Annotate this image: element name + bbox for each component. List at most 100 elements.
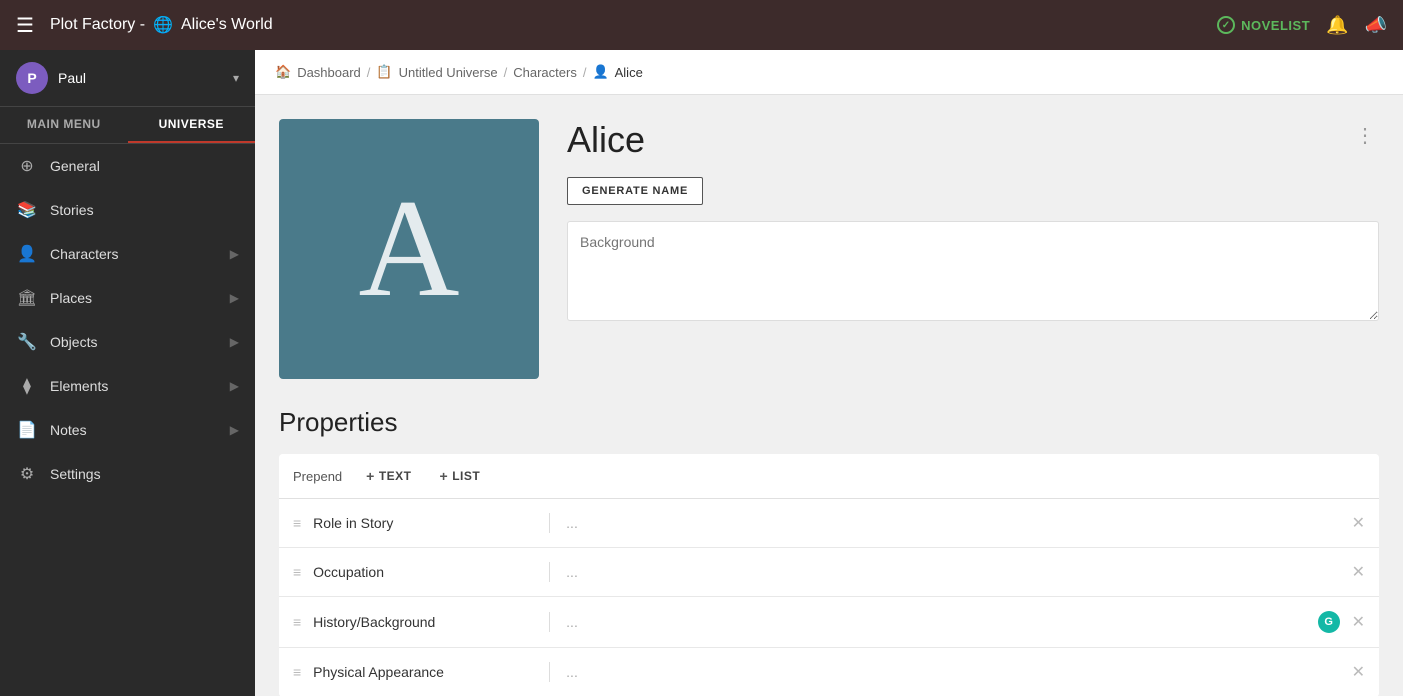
topbar: ☰ Plot Factory - 🌐 Alice's World ✓ NOVEL…: [0, 0, 1403, 50]
property-value[interactable]: ...: [566, 614, 1305, 630]
generate-name-button[interactable]: GENERATE NAME: [567, 177, 703, 205]
property-value[interactable]: ...: [566, 664, 1339, 680]
sidebar-item-stories[interactable]: 📚 Stories: [0, 188, 255, 232]
sidebar-item-places[interactable]: 🏛 Places ▶: [0, 276, 255, 320]
background-textarea[interactable]: [567, 221, 1379, 321]
sidebar-item-label: Stories: [50, 202, 239, 218]
sidebar-item-label: Objects: [50, 334, 230, 350]
chevron-right-icon: ▶: [230, 291, 239, 305]
sidebar-tabs: MAIN MENU UNIVERSE: [0, 107, 255, 144]
drag-handle-icon[interactable]: ≡: [293, 515, 301, 531]
notes-icon: 📄: [16, 419, 38, 441]
objects-icon: 🔧: [16, 331, 38, 353]
close-icon[interactable]: ✕: [1352, 513, 1365, 533]
sidebar-menu: ⊕ General 📚 Stories 👤 Characters ▶ 🏛 Pla…: [0, 144, 255, 696]
places-icon: 🏛: [16, 287, 38, 309]
sidebar-item-general[interactable]: ⊕ General: [0, 144, 255, 188]
more-options-icon[interactable]: ⋮: [1351, 119, 1379, 152]
world-name: Alice's World: [181, 16, 273, 34]
bell-icon[interactable]: 🔔: [1326, 15, 1348, 36]
sidebar-item-label: Elements: [50, 378, 230, 394]
table-row: ≡ Role in Story ... ✕: [279, 499, 1379, 548]
novelist-badge: ✓ NOVELIST: [1217, 16, 1310, 34]
tab-universe[interactable]: UNIVERSE: [128, 107, 256, 143]
grammarly-icon: G: [1318, 611, 1340, 633]
username: Paul: [58, 70, 233, 86]
elements-icon: ⧫: [16, 375, 38, 397]
close-icon[interactable]: ✕: [1352, 562, 1365, 582]
properties-table: Prepend + TEXT + LIST ≡ Role in St: [279, 454, 1379, 696]
properties-section: Properties Prepend + TEXT + LIST: [279, 407, 1379, 696]
character-avatar-block[interactable]: A: [279, 119, 539, 379]
sidebar-item-notes[interactable]: 📄 Notes ▶: [0, 408, 255, 452]
close-icon[interactable]: ✕: [1352, 612, 1365, 632]
sidebar-item-objects[interactable]: 🔧 Objects ▶: [0, 320, 255, 364]
property-value[interactable]: ...: [566, 564, 1339, 580]
breadcrumb-separator: /: [367, 65, 371, 80]
chevron-right-icon: ▶: [230, 423, 239, 437]
breadcrumb-dashboard[interactable]: Dashboard: [297, 65, 361, 80]
sidebar-user[interactable]: P Paul ▾: [0, 50, 255, 107]
properties-title: Properties: [279, 407, 1379, 438]
property-name: Role in Story: [313, 515, 533, 531]
hamburger-menu[interactable]: ☰: [16, 13, 34, 38]
character-name: Alice: [567, 119, 645, 161]
plus-icon: +: [366, 468, 375, 484]
property-divider: [549, 562, 550, 582]
chevron-down-icon: ▾: [233, 71, 239, 85]
stories-icon: 📚: [16, 199, 38, 221]
megaphone-icon[interactable]: 📣: [1365, 15, 1387, 36]
home-icon: 🏠: [275, 64, 291, 80]
breadcrumb-separator: /: [583, 65, 587, 80]
sidebar: P Paul ▾ MAIN MENU UNIVERSE ⊕ General 📚 …: [0, 50, 255, 696]
sidebar-item-elements[interactable]: ⧫ Elements ▶: [0, 364, 255, 408]
topbar-title: Plot Factory - 🌐 Alice's World: [50, 15, 1217, 35]
sidebar-item-label: General: [50, 158, 239, 174]
sidebar-item-label: Places: [50, 290, 230, 306]
prepend-label: Prepend: [293, 469, 342, 484]
character-icon: 👤: [592, 64, 608, 80]
breadcrumb-characters[interactable]: Characters: [513, 65, 577, 80]
property-name: History/Background: [313, 614, 533, 630]
sidebar-item-settings[interactable]: ⚙ Settings: [0, 452, 255, 496]
chevron-right-icon: ▶: [230, 335, 239, 349]
check-circle-icon: ✓: [1217, 16, 1235, 34]
breadcrumb-current: Alice: [615, 65, 643, 80]
add-list-button[interactable]: + LIST: [432, 464, 489, 488]
settings-icon: ⚙: [16, 463, 38, 485]
topbar-title-text: Plot Factory -: [50, 16, 145, 34]
table-row: ≡ History/Background ... G ✕: [279, 597, 1379, 648]
character-avatar-letter: A: [358, 179, 459, 319]
property-value[interactable]: ...: [566, 515, 1339, 531]
novelist-label: NOVELIST: [1241, 18, 1310, 33]
tab-main-menu[interactable]: MAIN MENU: [0, 107, 128, 143]
property-name: Occupation: [313, 564, 533, 580]
drag-handle-icon[interactable]: ≡: [293, 564, 301, 580]
drag-handle-icon[interactable]: ≡: [293, 614, 301, 630]
sidebar-item-label: Notes: [50, 422, 230, 438]
character-header-area: A Alice ⋮ GENERATE NAME: [279, 119, 1379, 379]
table-row: ≡ Occupation ... ✕: [279, 548, 1379, 597]
property-divider: [549, 513, 550, 533]
drag-handle-icon[interactable]: ≡: [293, 664, 301, 680]
breadcrumb-separator: /: [504, 65, 508, 80]
sidebar-item-characters[interactable]: 👤 Characters ▶: [0, 232, 255, 276]
app-layout: P Paul ▾ MAIN MENU UNIVERSE ⊕ General 📚 …: [0, 50, 1403, 696]
plus-icon: +: [440, 468, 449, 484]
general-icon: ⊕: [16, 155, 38, 177]
properties-toolbar: Prepend + TEXT + LIST: [279, 454, 1379, 499]
close-icon[interactable]: ✕: [1352, 662, 1365, 682]
sidebar-item-label: Settings: [50, 466, 239, 482]
character-page: A Alice ⋮ GENERATE NAME Properties Prepe…: [255, 95, 1403, 696]
chevron-right-icon: ▶: [230, 247, 239, 261]
globe-icon: 🌐: [153, 15, 173, 35]
avatar: P: [16, 62, 48, 94]
chevron-right-icon: ▶: [230, 379, 239, 393]
property-name: Physical Appearance: [313, 664, 533, 680]
add-text-button[interactable]: + TEXT: [358, 464, 419, 488]
property-divider: [549, 662, 550, 682]
breadcrumb-universe[interactable]: Untitled Universe: [399, 65, 498, 80]
property-divider: [549, 612, 550, 632]
character-info: Alice ⋮ GENERATE NAME: [567, 119, 1379, 326]
universe-icon: 📋: [376, 64, 392, 80]
